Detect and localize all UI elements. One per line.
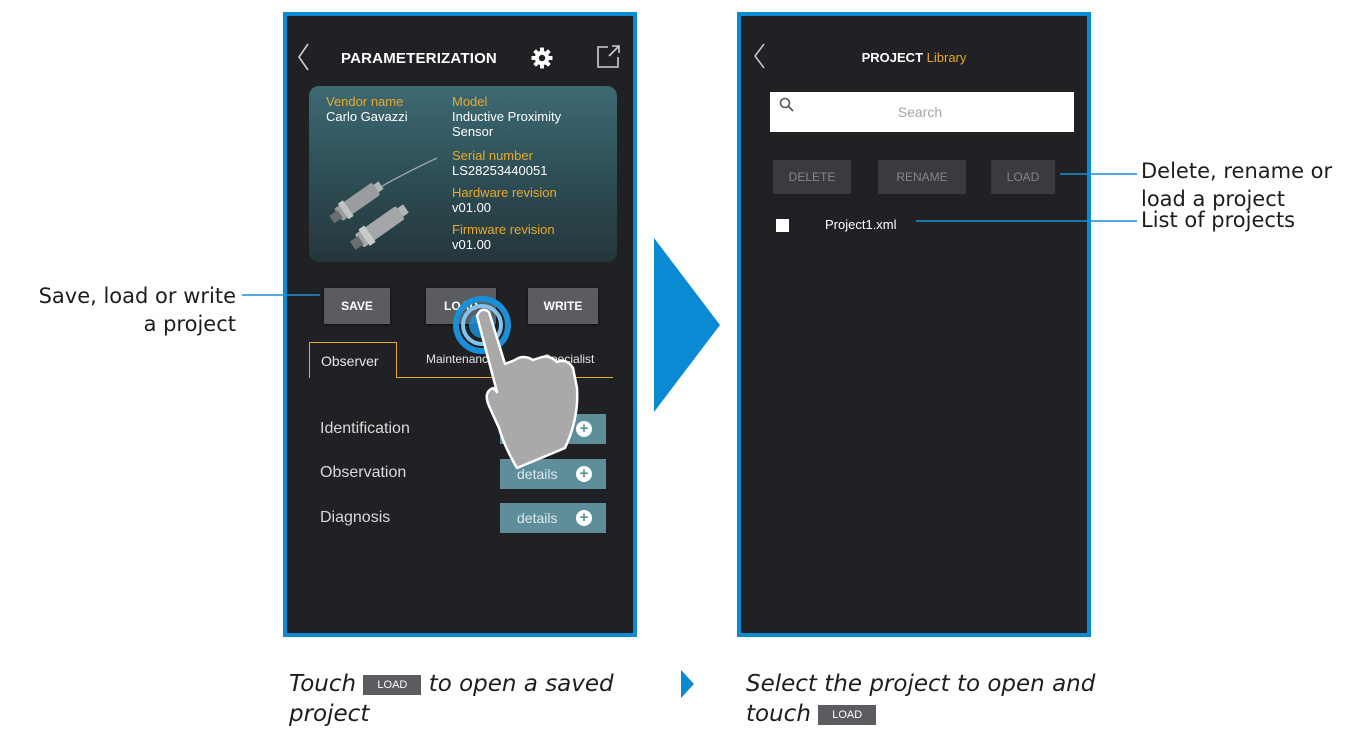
- callout-lines: [242, 173, 1137, 296]
- caption-left: Touch LOAD to open a saved project: [289, 671, 614, 727]
- annotation-list-of-projects: List of projects: [1141, 208, 1296, 232]
- annotation-delete-rename-load: Delete, rename or load a project: [1141, 159, 1333, 211]
- caption-right: Select the project to open and touch LOA…: [746, 671, 1096, 727]
- load-chip: LOAD: [363, 674, 422, 695]
- load-chip: LOAD: [818, 704, 877, 725]
- annotation-save-load-write: Save, load or write a project: [38, 284, 236, 336]
